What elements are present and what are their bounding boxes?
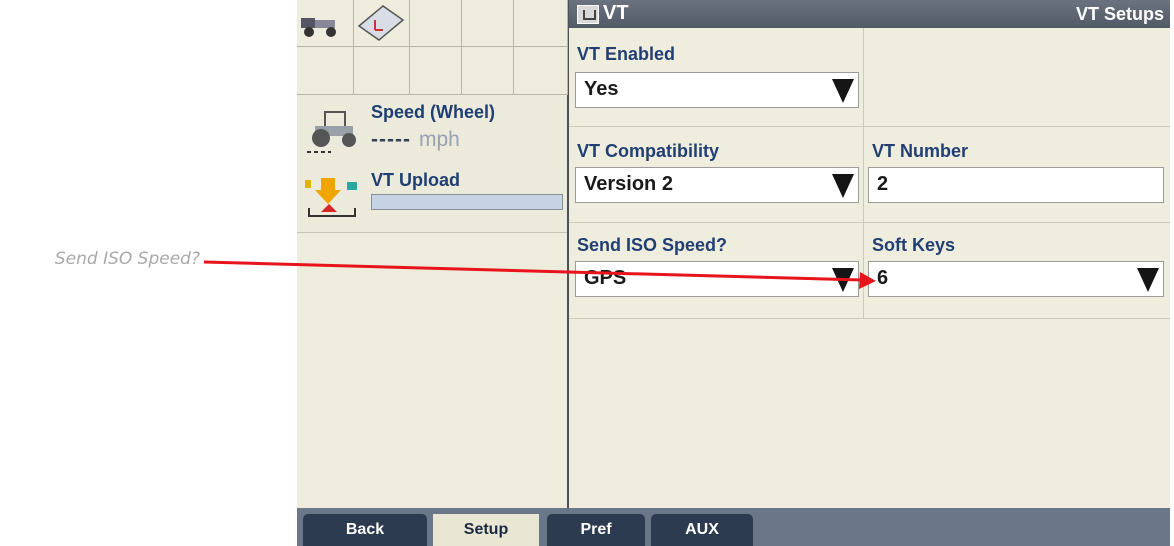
book-icon (357, 5, 405, 41)
speed-value: ----- (371, 128, 411, 151)
speed-readout: ----- mph (371, 128, 460, 152)
vt-compatibility-cell: VT Compatibility Version 2 (569, 127, 864, 223)
tab-back[interactable]: Back (303, 514, 427, 546)
vt-compatibility-dropdown[interactable]: Version 2 (575, 167, 859, 203)
dropdown-caret-icon (832, 174, 854, 198)
gps-icon (301, 18, 336, 37)
tab-pref[interactable]: Pref (547, 514, 645, 546)
send-iso-speed-value: GPS (584, 267, 627, 289)
vt-compatibility-value: Version 2 (584, 173, 673, 195)
page-title: VT (603, 2, 629, 24)
speed-tile[interactable]: Speed (Wheel) ----- mph (297, 96, 567, 165)
vt-enabled-dropdown[interactable]: Yes (575, 72, 859, 108)
tab-setup[interactable]: Setup (433, 514, 539, 546)
upload-title: VT Upload (371, 170, 460, 190)
vt-number-value: 2 (877, 173, 889, 195)
vt-enabled-cell: VT Enabled Yes (569, 28, 864, 127)
icon-grid (297, 0, 568, 95)
annotation-text: Send ISO Speed? (54, 249, 200, 269)
header-bar: VT VT Setups (569, 0, 1170, 28)
gps-tile[interactable] (297, 0, 354, 47)
vt-enabled-label: VT Enabled (577, 44, 676, 64)
tab-aux[interactable]: AUX (651, 514, 753, 546)
manual-tile[interactable] (353, 0, 410, 47)
soft-keys-dropdown[interactable]: 6 (868, 261, 1164, 297)
speed-unit: mph (418, 128, 460, 151)
vt-setup-screen: Speed (Wheel) ----- mph VT Upload VT VT S… (297, 0, 1170, 546)
vt-enabled-value: Yes (584, 78, 619, 100)
speed-title: Speed (Wheel) (371, 102, 496, 122)
annotation-label: Send ISO Speed? (20, 243, 200, 275)
vt-number-label: VT Number (872, 141, 969, 161)
tractor-icon (307, 111, 356, 153)
soft-keys-cell: Soft Keys 6 (864, 223, 1170, 319)
soft-keys-label: Soft Keys (872, 235, 956, 255)
vt-number-field[interactable]: 2 (868, 167, 1164, 203)
send-iso-speed-dropdown[interactable]: GPS (575, 261, 859, 297)
vt-number-cell: VT Number 2 (864, 127, 1170, 223)
dropdown-caret-icon (1137, 268, 1159, 292)
send-iso-speed-cell: Send ISO Speed? GPS (569, 223, 864, 319)
upload-progress-bar (371, 194, 563, 210)
right-panel: VT VT Setups VT Enabled Yes VT Compatibi… (569, 0, 1170, 516)
send-iso-speed-label: Send ISO Speed? (577, 235, 728, 255)
dropdown-caret-icon (832, 268, 854, 292)
vt-compatibility-label: VT Compatibility (577, 141, 720, 161)
section-title: VT Setups (1075, 4, 1164, 24)
vt-icon (577, 5, 599, 24)
dropdown-caret-icon (832, 79, 854, 103)
soft-keys-value: 6 (877, 267, 889, 289)
upload-icon (305, 178, 357, 217)
tab-bar: Back Setup Pref AUX (297, 508, 1170, 546)
left-panel: Speed (Wheel) ----- mph VT Upload (297, 0, 569, 508)
